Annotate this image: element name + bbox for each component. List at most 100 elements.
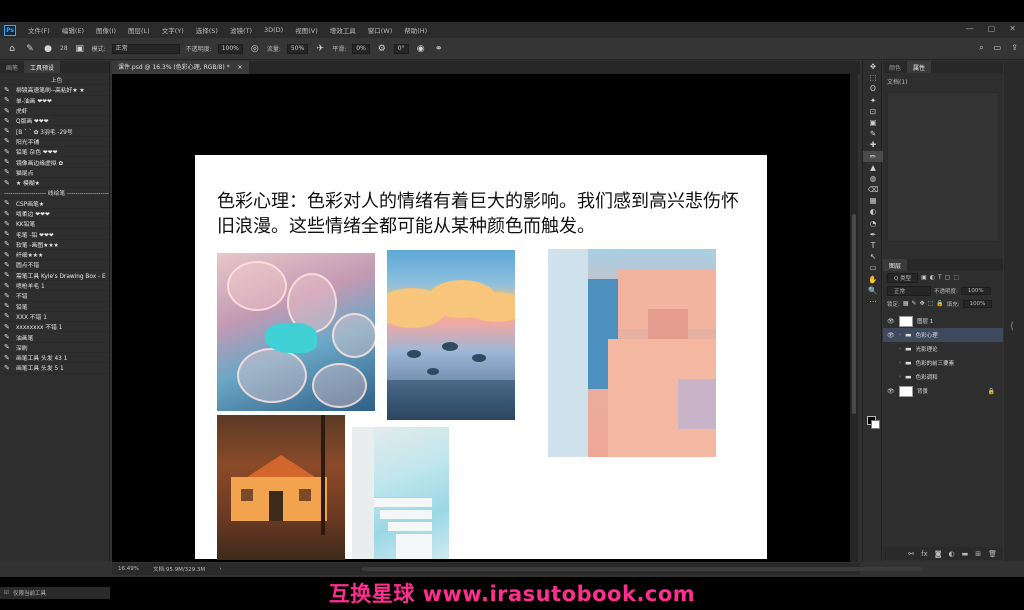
move-tool-icon[interactable]: ✥: [863, 61, 883, 72]
brush-tool-icon[interactable]: ✎: [24, 43, 36, 55]
document-tab[interactable]: 课件.psd @ 16.3% (色彩心理, RGB/8) * ✕: [112, 61, 249, 74]
blend-mode-select[interactable]: 正常: [887, 285, 931, 296]
menu-plugins[interactable]: 增效工具: [324, 25, 362, 35]
canvas-workspace[interactable]: 色彩心理：色彩对人的情绪有着巨大的影响。我们感到高兴悲伤怀旧浪漫。这些情绪全都可…: [112, 74, 850, 562]
menu-type[interactable]: 文字(Y): [156, 25, 190, 35]
new-layer-icon[interactable]: ⊞: [975, 550, 981, 558]
blur-tool-icon[interactable]: ◐: [863, 206, 883, 217]
visibility-eye-icon[interactable]: 👁: [887, 318, 895, 325]
gradient-tool-icon[interactable]: ▦: [863, 195, 883, 206]
lock-move-icon[interactable]: ✥: [920, 300, 925, 307]
tab-brushes[interactable]: 画笔: [0, 61, 24, 73]
layer-name[interactable]: 色彩调和: [916, 373, 938, 381]
link-layers-icon[interactable]: ⚯: [908, 550, 914, 558]
tool-preset-item[interactable]: -------------------- 线绘笔 ---------------…: [0, 188, 109, 199]
healing-tool-icon[interactable]: ✚: [863, 139, 883, 150]
tool-preset-item[interactable]: ✎ 铅笔: [0, 302, 109, 312]
layer-opacity-input[interactable]: 100%: [960, 286, 991, 295]
lock-artboard-icon[interactable]: ⬚: [928, 300, 934, 307]
tab-layers[interactable]: 图层: [883, 259, 908, 271]
more-tool-icon[interactable]: ⋯: [863, 296, 883, 307]
document-canvas[interactable]: 色彩心理：色彩对人的情绪有着巨大的影响。我们感到高兴悲伤怀旧浪漫。这些情绪全都可…: [195, 155, 767, 560]
home-icon[interactable]: ⌂: [6, 43, 18, 55]
layer-name[interactable]: 色彩心理: [916, 331, 938, 339]
collapse-handle-icon[interactable]: ⟨: [1010, 321, 1014, 332]
tool-preset-item[interactable]: ✎ 画笔工具 头发 43 1: [0, 353, 109, 364]
tool-preset-item[interactable]: ✎ 虎虾: [0, 106, 109, 117]
tool-preset-item[interactable]: 上色: [0, 75, 109, 86]
menu-image[interactable]: 图像(I): [90, 25, 122, 35]
visibility-eye-icon[interactable]: 👁: [887, 332, 895, 339]
dodge-tool-icon[interactable]: ◔: [863, 218, 883, 229]
type-tool-icon[interactable]: T: [863, 240, 883, 251]
share-icon[interactable]: ⇪: [1011, 43, 1018, 53]
vertical-scrollbar[interactable]: [850, 74, 858, 562]
pressure-size-icon[interactable]: ◉: [415, 43, 427, 55]
tool-preset-item[interactable]: ✎ 不错: [0, 291, 109, 302]
layer-row[interactable]: 👁 背景 🔒: [883, 384, 1003, 398]
zoom-tool-icon[interactable]: 🔍: [863, 285, 883, 296]
expand-arrow-icon[interactable]: ›: [899, 332, 901, 338]
layer-row[interactable]: 👁 图层 1: [883, 314, 1003, 328]
new-group-icon[interactable]: ▬: [962, 550, 969, 558]
tool-preset-item[interactable]: ✎ 猫尾点: [0, 168, 109, 178]
angle-input[interactable]: 0°: [393, 43, 409, 54]
filter-pixel-icon[interactable]: ▣: [921, 274, 927, 281]
eyedropper-tool-icon[interactable]: ✎: [863, 128, 883, 139]
layer-name[interactable]: 图层 1: [917, 317, 933, 325]
eraser-tool-icon[interactable]: ⌫: [863, 184, 883, 195]
lock-all-icon[interactable]: 🔒: [936, 300, 943, 307]
trash-icon[interactable]: 🗑: [988, 550, 997, 558]
frame-tool-icon[interactable]: ▣: [863, 117, 883, 128]
tool-preset-item[interactable]: ✎ xxxxxxxx 不错 1: [0, 322, 109, 333]
tool-preset-item[interactable]: ✎ KK铅笔: [0, 219, 109, 230]
magic-wand-tool-icon[interactable]: ✦: [863, 95, 883, 106]
menu-file[interactable]: 文件(F): [22, 25, 56, 35]
zoom-level[interactable]: 16.49%: [118, 566, 139, 572]
flow-input[interactable]: 50%: [286, 43, 309, 54]
tool-preset-item[interactable]: ✎ 铅笔 杂色 ❤❤❤: [0, 147, 109, 158]
tool-preset-item[interactable]: ✎ 画笔工具 头发 5 1: [0, 363, 109, 374]
filter-shape-icon[interactable]: ▢: [945, 274, 951, 281]
tool-preset-item[interactable]: ✎ 软笔 -画图★★★: [0, 240, 109, 251]
layer-row[interactable]: 👁 › ▬ 色彩心理: [883, 328, 1003, 342]
hand-tool-icon[interactable]: ✋: [863, 274, 883, 285]
smoothing-input[interactable]: 0%: [352, 43, 370, 54]
filter-smart-icon[interactable]: ⬚: [953, 274, 959, 281]
menu-edit[interactable]: 编辑(E): [56, 25, 90, 35]
layer-row[interactable]: › ▬ 光影理论: [883, 342, 1003, 356]
tool-preset-item[interactable]: ✎ 毛笔 -铅 ❤❤❤: [0, 229, 109, 240]
tool-preset-item[interactable]: ✎ 镜像画边缘虚拟 ✿: [0, 157, 109, 168]
maximize-button[interactable]: ▢: [988, 24, 996, 33]
tool-preset-item[interactable]: ✎ 圆点不错: [0, 260, 109, 271]
tool-preset-item[interactable]: ✎ 纤细★★★: [0, 250, 109, 261]
search-icon[interactable]: ⌕: [979, 43, 983, 53]
menu-window[interactable]: 窗口(W): [362, 25, 399, 35]
menu-filter[interactable]: 滤镜(T): [224, 25, 258, 35]
brush-settings-icon[interactable]: ▣: [74, 43, 86, 55]
background-color-swatch[interactable]: [871, 420, 880, 429]
horizontal-scrollbar[interactable]: [362, 567, 922, 571]
tool-preset-item[interactable]: ✎ 柳镜高速笔刷--高粘好★ ★: [0, 85, 109, 96]
lock-transparent-icon[interactable]: ▦: [903, 300, 909, 307]
lasso-tool-icon[interactable]: ʘ: [863, 83, 883, 94]
lock-paint-icon[interactable]: ✎: [912, 300, 917, 307]
tool-preset-item[interactable]: ✎ XXX 不错 1: [0, 312, 109, 323]
fx-icon[interactable]: fx: [921, 550, 928, 558]
expand-arrow-icon[interactable]: ›: [899, 360, 901, 366]
layer-name[interactable]: 色彩的前三要素: [916, 359, 955, 367]
layer-row[interactable]: › ▬ 色彩的前三要素: [883, 356, 1003, 370]
expand-arrow-icon[interactable]: ›: [899, 346, 901, 352]
menu-3d[interactable]: 3D(D): [258, 26, 289, 34]
mask-icon[interactable]: ◙: [935, 550, 942, 558]
layer-name[interactable]: 光影理论: [916, 345, 938, 353]
tool-preset-item[interactable]: ✎ 阳光平铺: [0, 137, 109, 148]
layer-name[interactable]: 背景: [917, 387, 928, 395]
path-select-tool-icon[interactable]: ↖: [863, 251, 883, 262]
tool-preset-item[interactable]: ✎ 单-油画 ❤❤❤: [0, 96, 109, 106]
marquee-tool-icon[interactable]: ⬚: [863, 72, 883, 83]
layer-row[interactable]: › ▬ 色彩调和: [883, 370, 1003, 384]
tab-properties[interactable]: 属性: [907, 61, 932, 73]
tool-preset-item[interactable]: ✎ [B ` ` ✿ 3羽毛 -29号: [0, 126, 109, 137]
pen-tool-icon[interactable]: ✒: [863, 229, 883, 240]
